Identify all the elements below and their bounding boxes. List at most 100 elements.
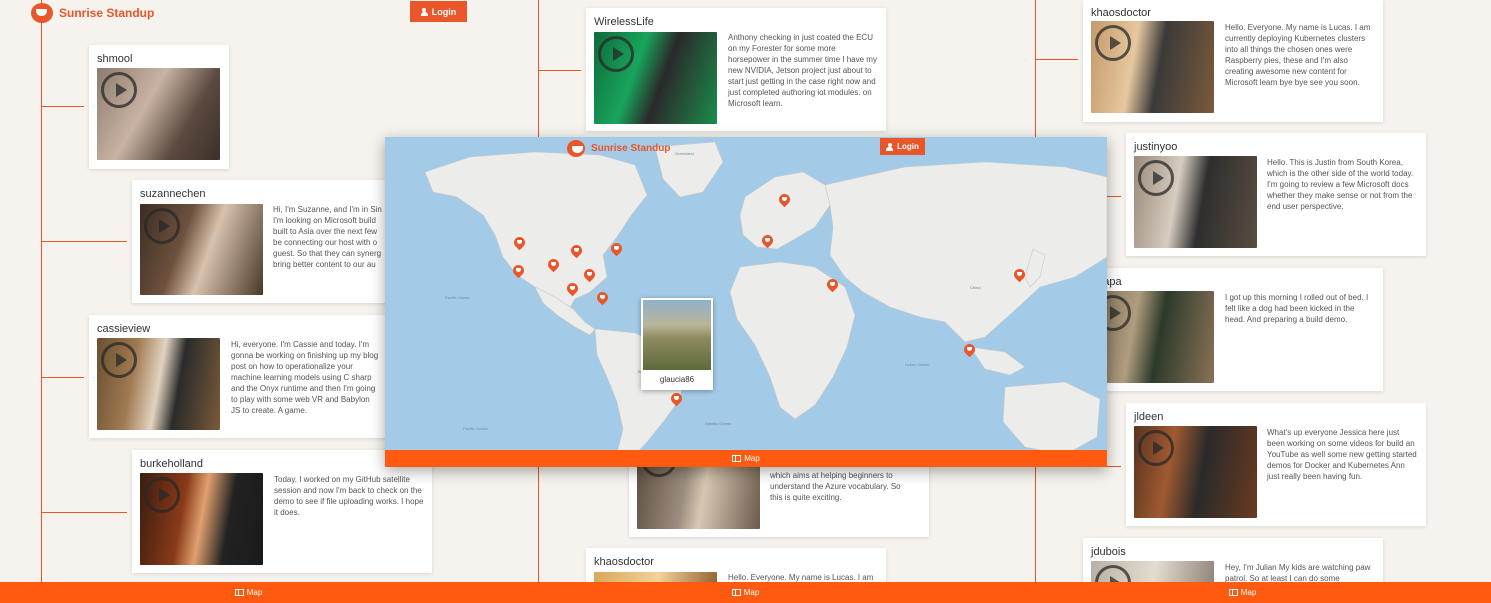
card-description: Today. I worked on my GitHub satellite s…: [274, 475, 424, 517]
username[interactable]: khaosdoctor: [594, 556, 654, 568]
map-pin-icon[interactable]: [762, 235, 773, 249]
map-pin-icon[interactable]: [671, 393, 682, 407]
user-icon: [420, 7, 428, 16]
username[interactable]: shmool: [97, 53, 132, 65]
map-pin-icon[interactable]: [548, 259, 559, 273]
map-pin-icon[interactable]: [779, 194, 790, 208]
username[interactable]: jldeen: [1134, 411, 1163, 423]
video-thumbnail[interactable]: [97, 68, 220, 160]
standup-card: WirelessLife Anthony checking in just co…: [586, 8, 886, 131]
standup-card: jldeen What's up everyone Jessica here j…: [1126, 403, 1426, 526]
card-description: I got up this morning I rolled out of be…: [1225, 293, 1369, 324]
user-popup[interactable]: glaucia86: [641, 298, 713, 390]
username[interactable]: jdubois: [1091, 546, 1126, 558]
map-pin-icon[interactable]: [827, 279, 838, 293]
username[interactable]: khaosdoctor: [1091, 7, 1151, 19]
username[interactable]: burkeholland: [140, 458, 203, 470]
map-pin-icon[interactable]: [571, 245, 582, 259]
map-icon: [731, 589, 741, 596]
card-description: Anthony checking in just coated the ECU …: [728, 33, 877, 108]
play-icon[interactable]: [1138, 160, 1174, 196]
map-icon: [732, 455, 742, 462]
world-map-window[interactable]: Pacific Ocean Pacific Ocean Atlantic Oce…: [385, 137, 1107, 467]
play-icon[interactable]: [101, 72, 137, 108]
card-description: Hi, everyone. I'm Cassie and today. I'm …: [231, 340, 379, 415]
card-description: Hi, I'm Suzanne, and I'm in Sin I'm look…: [273, 205, 382, 269]
video-thumbnail[interactable]: [1134, 426, 1257, 518]
map-pin-icon[interactable]: [1014, 269, 1025, 283]
play-icon[interactable]: [144, 208, 180, 244]
card-description: Hello. This is Justin from South Korea, …: [1267, 158, 1414, 211]
standup-card: npapa I got up this morning I rolled out…: [1083, 268, 1383, 391]
map-pin-icon[interactable]: [514, 237, 525, 251]
login-button[interactable]: Login: [410, 1, 467, 22]
standup-card: khaosdoctor Hello. Everyone. My name is …: [1083, 0, 1383, 122]
coffee-cup-icon: [31, 3, 53, 23]
standup-card: justinyoo Hello. This is Justin from Sou…: [1126, 133, 1426, 256]
video-thumbnail[interactable]: [140, 473, 263, 565]
timeline-branch: [41, 241, 127, 242]
map-label: Map: [246, 588, 263, 597]
play-icon[interactable]: [1138, 430, 1174, 466]
ocean-label: Pacific Ocean: [445, 295, 470, 300]
map-label: Map: [1240, 588, 1257, 597]
play-icon[interactable]: [144, 477, 180, 513]
video-thumbnail[interactable]: [1091, 21, 1214, 113]
video-thumbnail[interactable]: [594, 32, 717, 124]
card-description: Hey, I'm Julian My kids are watching paw…: [1225, 563, 1371, 583]
standup-card: shmool: [89, 45, 229, 169]
app-logo[interactable]: Sunrise Standup: [567, 140, 670, 157]
map-pin-icon[interactable]: [964, 344, 975, 358]
ocean-label: Indian Ocean: [905, 362, 929, 367]
card-description: which aims at helping beginners to under…: [770, 471, 901, 502]
map-label: Map: [743, 588, 760, 597]
country-label: Greenland: [675, 151, 694, 156]
login-label: Login: [431, 6, 457, 17]
ocean-label: Atlantic Ocean: [705, 421, 732, 426]
map-pin-icon[interactable]: [597, 292, 608, 306]
card-description: Hello. Everyone. My name is Lucas. I am …: [1225, 23, 1371, 87]
user-video-thumbnail[interactable]: [643, 300, 711, 370]
timeline-branch: [41, 512, 127, 513]
map-icon: [1228, 589, 1238, 596]
standup-card: burkeholland Today. I worked on my GitHu…: [132, 450, 432, 573]
popup-username[interactable]: glaucia86: [641, 375, 713, 384]
ocean-label: Pacific Ocean: [463, 426, 488, 431]
user-icon: [886, 142, 894, 151]
video-thumbnail[interactable]: [1091, 291, 1214, 383]
map-button[interactable]: Map: [497, 582, 994, 603]
username[interactable]: WirelessLife: [594, 16, 654, 28]
play-icon[interactable]: [101, 342, 137, 378]
video-thumbnail[interactable]: [1134, 156, 1257, 248]
country-label: China: [970, 285, 981, 290]
card-description: What's up everyone Jessica here just bee…: [1267, 428, 1417, 481]
map-icon: [234, 589, 244, 596]
map-pin-icon[interactable]: [611, 243, 622, 257]
login-label: Login: [897, 142, 919, 151]
timeline-branch: [1035, 59, 1078, 60]
map-button[interactable]: Map: [994, 582, 1491, 603]
map-pin-icon[interactable]: [584, 269, 595, 283]
app-title: Sunrise Standup: [59, 6, 155, 20]
username[interactable]: justinyoo: [1134, 141, 1177, 153]
video-thumbnail[interactable]: [140, 204, 263, 295]
standup-card: cassieview Hi, everyone. I'm Cassie and …: [89, 315, 389, 438]
app-title: Sunrise Standup: [591, 143, 671, 154]
timeline-branch: [538, 70, 581, 71]
map-label: Map: [744, 454, 760, 463]
timeline-branch: [41, 106, 84, 107]
video-thumbnail[interactable]: [97, 338, 220, 430]
coffee-cup-icon: [567, 140, 585, 157]
timeline-branch: [41, 377, 84, 378]
map-button[interactable]: Map: [0, 582, 497, 603]
map-button[interactable]: Map: [385, 450, 1107, 467]
play-icon[interactable]: [1095, 25, 1131, 61]
map-pin-icon[interactable]: [513, 265, 524, 279]
login-button[interactable]: Login: [880, 138, 925, 155]
username[interactable]: suzannechen: [140, 188, 205, 200]
world-map[interactable]: [385, 137, 1107, 467]
play-icon[interactable]: [598, 36, 634, 72]
map-pin-icon[interactable]: [567, 283, 578, 297]
username[interactable]: cassieview: [97, 323, 150, 335]
app-logo[interactable]: Sunrise Standup: [31, 3, 154, 23]
